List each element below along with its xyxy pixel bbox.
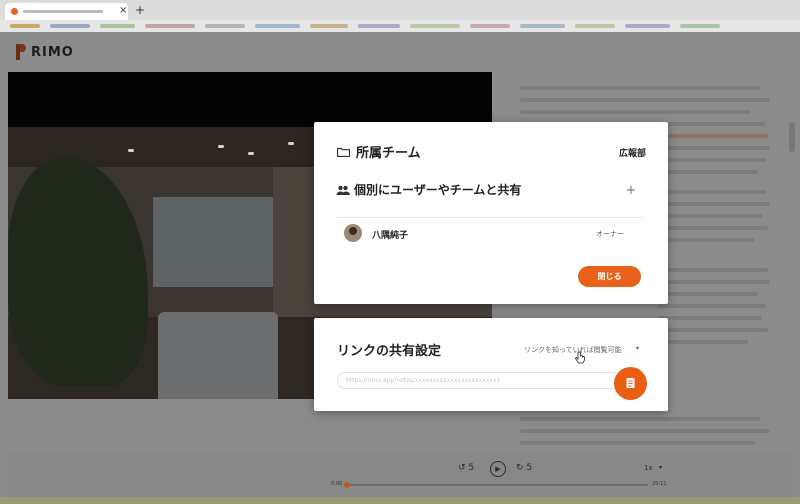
divider [336, 217, 646, 218]
playback-bar: ↺ 5 ▶ ↻ 5 1x ▾ 0:00 25:11 [8, 452, 792, 497]
copy-link-button[interactable] [614, 367, 647, 400]
link-share-modal: リンクの共有設定 リンクを知っていれば閲覧可能 ▾ [314, 318, 668, 411]
forward-label: 5 [526, 463, 533, 473]
mouse-pointer-icon [575, 351, 585, 364]
bookmark-item[interactable] [410, 24, 460, 28]
bookmark-item[interactable] [255, 24, 300, 28]
logo-text: RIMO [31, 44, 74, 60]
app-header: RIMO [0, 32, 800, 72]
chevron-down-icon[interactable]: ▾ [636, 345, 639, 352]
member-name: 八隅純子 [372, 231, 409, 241]
forward-5-button[interactable]: ↻ 5 [516, 463, 532, 473]
bookmark-item[interactable] [520, 24, 565, 28]
copy-icon [626, 378, 635, 388]
current-time: 0:00 [331, 481, 343, 487]
play-button[interactable]: ▶ [490, 461, 506, 477]
link-share-title: リンクの共有設定 [337, 344, 442, 359]
rimo-favicon-icon [11, 8, 18, 15]
bookmark-item[interactable] [358, 24, 400, 28]
bookmark-item[interactable] [310, 24, 348, 28]
speed-chevron-down-icon[interactable]: ▾ [659, 464, 662, 471]
department-name: 広報部 [618, 149, 646, 159]
transcript-scrollbar[interactable] [789, 122, 795, 152]
bookmark-item[interactable] [625, 24, 670, 28]
browser-tab[interactable]: × [5, 3, 128, 20]
share-modal: 所属チーム 広報部 個別にユーザーやチームと共有 + 八隅純子 オーナー 閉じる [314, 122, 668, 304]
seek-handle[interactable] [344, 482, 351, 488]
bookmarks-bar [0, 20, 800, 32]
duration: 25:11 [652, 481, 667, 487]
rewind-label: 5 [468, 463, 475, 473]
link-permission-select[interactable]: リンクを知っていれば閲覧可能 [524, 345, 622, 355]
bookmark-item[interactable] [10, 24, 40, 28]
rimo-logo-icon [16, 44, 26, 60]
close-button[interactable]: 閉じる [578, 266, 641, 287]
close-tab-icon[interactable]: × [119, 4, 127, 18]
bookmark-item[interactable] [205, 24, 245, 28]
folder-icon [337, 147, 350, 157]
team-label: 所属チーム [356, 146, 421, 161]
browser-tab-bar: × + [0, 0, 800, 20]
bookmark-item[interactable] [50, 24, 90, 28]
people-icon [336, 185, 350, 195]
bookmark-item[interactable] [680, 24, 720, 28]
share-url-field[interactable] [337, 372, 622, 389]
bottom-strip [0, 497, 800, 504]
bookmark-item[interactable] [575, 24, 615, 28]
tab-title-blurred [23, 10, 103, 13]
rimo-logo[interactable]: RIMO [16, 42, 74, 62]
avatar [344, 224, 362, 242]
new-tab-button[interactable]: + [133, 3, 147, 17]
bookmark-item[interactable] [145, 24, 195, 28]
add-member-button[interactable]: + [623, 183, 639, 199]
seek-bar[interactable] [344, 482, 648, 488]
bookmark-item[interactable] [470, 24, 510, 28]
member-role: オーナー [596, 230, 624, 238]
rewind-5-button[interactable]: ↺ 5 [458, 463, 474, 473]
individual-share-title: 個別にユーザーやチームと共有 [354, 183, 522, 197]
playback-speed[interactable]: 1x [644, 464, 653, 472]
bookmark-item[interactable] [100, 24, 135, 28]
